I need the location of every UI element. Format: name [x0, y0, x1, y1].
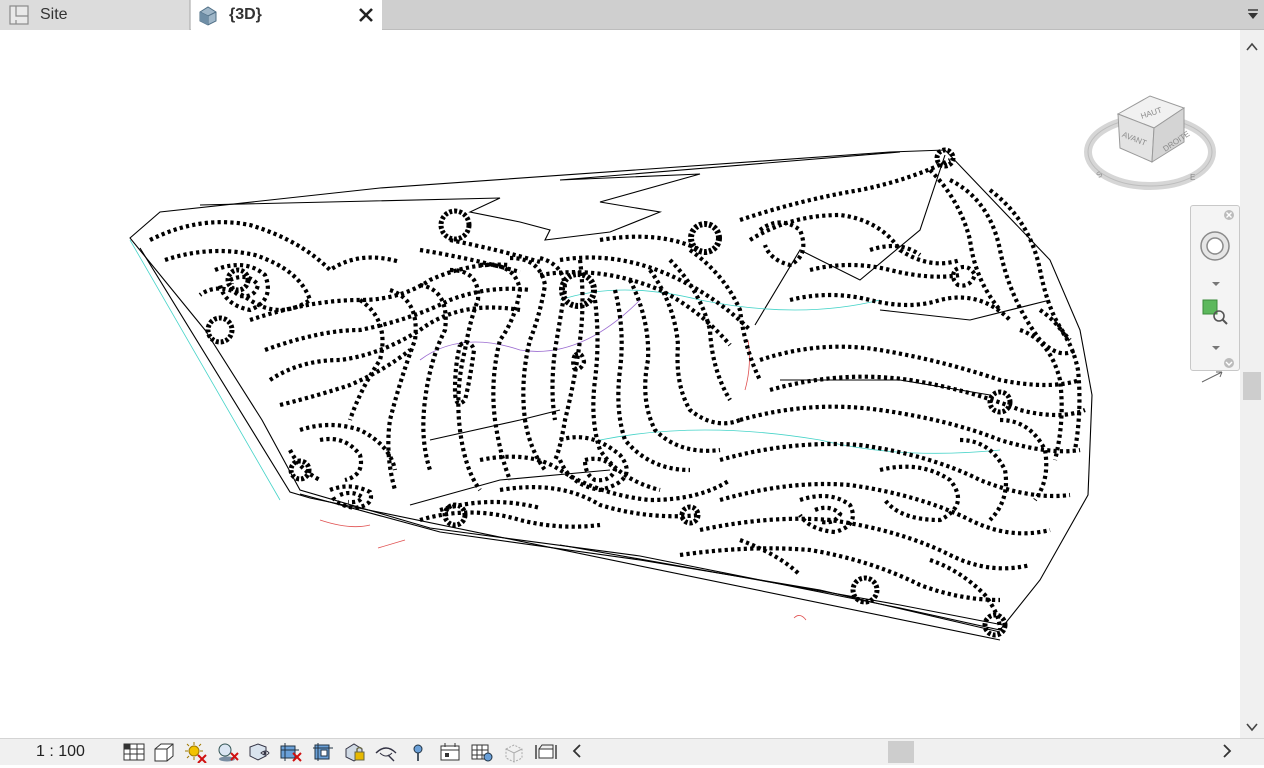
viewcube[interactable]: HAUT AVANT DROITE S E [1082, 82, 1218, 198]
show-crop-region-icon[interactable] [311, 741, 335, 763]
vertical-scrollbar[interactable] [1240, 30, 1264, 738]
highlight-displacement-icon[interactable] [534, 741, 558, 763]
3d-viewport[interactable]: HAUT AVANT DROITE S E [0, 30, 1240, 738]
tab-site[interactable]: Site [0, 0, 190, 30]
close-icon[interactable] [1223, 208, 1235, 220]
floor-plan-icon [8, 4, 30, 26]
steering-wheel-icon[interactable] [1199, 230, 1231, 262]
cursor-arrow-icon [1201, 371, 1223, 383]
navigation-bar [1190, 205, 1240, 371]
customize-icon[interactable] [1223, 356, 1235, 368]
3d-house-icon [197, 4, 219, 26]
tab-list-dropdown-icon[interactable] [1246, 8, 1260, 22]
chevron-down-icon[interactable] [1245, 720, 1259, 734]
unlock-3d-view-icon[interactable] [343, 741, 367, 763]
show-rendering-icon[interactable] [247, 741, 271, 763]
tab-site-label: Site [40, 6, 68, 23]
view-control-bar: 1 : 100 [0, 738, 1264, 765]
sun-path-icon[interactable] [184, 741, 208, 764]
crop-view-icon[interactable] [279, 741, 303, 763]
view-scale[interactable]: 1 : 100 [36, 743, 85, 761]
horizontal-scroll-thumb[interactable] [888, 741, 914, 763]
temporary-view-properties-icon[interactable] [470, 741, 494, 763]
reveal-hidden-elements-icon[interactable] [406, 741, 430, 763]
shadows-icon[interactable] [216, 741, 240, 763]
vertical-scroll-thumb[interactable] [1243, 372, 1261, 400]
contour-lines [149, 158, 1086, 631]
close-icon[interactable] [356, 5, 376, 25]
detail-level-icon[interactable] [122, 741, 146, 763]
analytical-model-icon[interactable] [502, 741, 526, 763]
chevron-left-icon[interactable] [570, 743, 584, 759]
chevron-down-icon[interactable] [1211, 338, 1221, 350]
survey-point-clusters [205, 147, 1013, 638]
temporary-hide-isolate-icon[interactable] [374, 741, 398, 763]
view-tab-bar: Site {3D} [0, 0, 1264, 30]
zoom-region-icon[interactable] [1201, 298, 1229, 326]
site-boundary [129, 149, 1093, 641]
tab-3d-label: {3D} [229, 6, 262, 23]
chevron-up-icon[interactable] [1245, 40, 1259, 54]
chevron-right-icon[interactable] [1220, 743, 1234, 759]
chevron-down-icon[interactable] [1211, 274, 1221, 286]
visual-style-icon[interactable] [152, 741, 176, 763]
worksharing-display-icon[interactable] [438, 741, 462, 763]
compass-e-label: E [1190, 173, 1195, 182]
topography-drawing [129, 147, 1093, 641]
tab-3d[interactable]: {3D} [191, 0, 382, 30]
